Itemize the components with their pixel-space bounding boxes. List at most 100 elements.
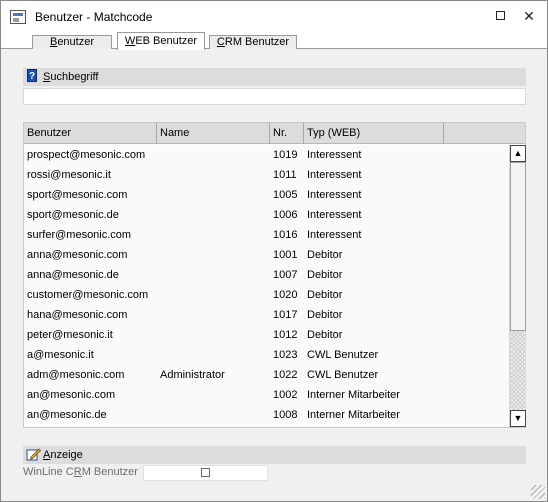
table-row[interactable]: hana@mesonic.com 1017 Debitor	[24, 305, 510, 325]
table-row[interactable]: a@mesonic.it 1023 CWL Benutzer	[24, 345, 510, 365]
column-header-name[interactable]: Name	[157, 123, 270, 144]
scroll-down-button[interactable]: ▼	[510, 410, 526, 427]
cell-nr: 1019	[273, 149, 298, 161]
resize-grip[interactable]	[531, 485, 545, 499]
cell-benutzer: sport@mesonic.de	[27, 209, 119, 221]
cell-typ: Interessent	[307, 209, 362, 221]
tab-benutzer[interactable]: Benutzer	[32, 35, 112, 49]
cell-nr: 1002	[273, 389, 298, 401]
cell-benutzer: surfer@mesonic.com	[27, 229, 132, 241]
table-row[interactable]: peter@mesonic.it 1012 Debitor	[24, 325, 510, 345]
cell-nr: 1016	[273, 229, 298, 241]
column-header-nr[interactable]: Nr.	[270, 123, 304, 144]
cell-nr: 1005	[273, 189, 298, 201]
tab-crm-benutzer[interactable]: CRM Benutzer	[209, 35, 297, 49]
search-section-header: ? Suchbegriff	[23, 68, 526, 86]
cell-typ: Interner Mitarbeiter	[307, 389, 400, 401]
help-icon[interactable]: ?	[27, 69, 37, 82]
search-heading: Suchbegriff	[43, 71, 98, 83]
app-window-icon	[10, 10, 26, 24]
cell-benutzer: an@mesonic.com	[27, 389, 116, 401]
cell-typ: Interessent	[307, 149, 362, 161]
display-heading: Anzeige	[43, 449, 83, 461]
cell-typ: Interessent	[307, 189, 362, 201]
crm-user-label-pre: WinLine C	[23, 466, 74, 478]
cell-typ: Interessent	[307, 169, 362, 181]
cell-benutzer: hana@mesonic.com	[27, 309, 128, 321]
crm-user-checkbox-cell[interactable]	[143, 465, 268, 481]
cell-benutzer: anna@mesonic.com	[27, 249, 128, 261]
cell-benutzer: a@mesonic.it	[27, 349, 94, 361]
window-title: Benutzer - Matchcode	[35, 10, 153, 24]
cell-benutzer: an@mesonic.de	[27, 409, 107, 421]
cell-typ: Interessent	[307, 229, 362, 241]
cell-benutzer: adm@mesonic.com	[27, 369, 125, 381]
cell-nr: 1023	[273, 349, 298, 361]
table-row[interactable]: surfer@mesonic.com 1016 Interessent	[24, 225, 510, 245]
tab-benutzer-label: enutzer	[57, 36, 95, 48]
table-row[interactable]: an@mesonic.com 1002 Interner Mitarbeiter	[24, 385, 510, 405]
column-header-benutzer[interactable]: Benutzer	[24, 123, 157, 144]
scroll-up-button[interactable]: ▲	[510, 145, 526, 162]
scroll-thumb[interactable]	[510, 162, 526, 331]
display-heading-rest: nzeige	[50, 449, 83, 461]
table-row[interactable]: sport@mesonic.com 1005 Interessent	[24, 185, 510, 205]
search-input[interactable]	[23, 88, 526, 105]
cell-nr: 1020	[273, 289, 298, 301]
tab-crm-benutzer-label: RM Benutzer	[224, 36, 290, 48]
cell-typ: Debitor	[307, 249, 343, 261]
cell-nr: 1012	[273, 329, 298, 341]
cell-nr: 1022	[273, 369, 298, 381]
tab-web-benutzer-label: EB Benutzer	[135, 35, 198, 47]
crm-user-label-post: M Benutzer	[81, 466, 138, 478]
vertical-scrollbar[interactable]: ▲ ▼	[509, 145, 526, 427]
cell-nr: 1006	[273, 209, 298, 221]
cell-typ: CWL Benutzer	[307, 369, 379, 381]
cell-nr: 1001	[273, 249, 298, 261]
cell-nr: 1011	[273, 169, 297, 181]
cell-benutzer: rossi@mesonic.it	[27, 169, 111, 181]
cell-benutzer: sport@mesonic.com	[27, 189, 128, 201]
cell-typ: CWL Benutzer	[307, 349, 379, 361]
scroll-track[interactable]	[510, 331, 526, 410]
close-button[interactable]: ✕	[518, 7, 540, 25]
table-row[interactable]: sport@mesonic.de 1006 Interessent	[24, 205, 510, 225]
table-row[interactable]: adm@mesonic.com Administrator 1022 CWL Benu…	[24, 365, 510, 385]
crm-user-field: WinLine CRM Benutzer	[23, 465, 268, 481]
tab-web-benutzer[interactable]: WEB Benutzer	[117, 32, 205, 50]
cell-nr: 1007	[273, 269, 298, 281]
column-header-typ[interactable]: Typ (WEB)	[304, 123, 444, 144]
display-section-header: Anzeige	[23, 446, 526, 464]
cell-typ: Debitor	[307, 309, 343, 321]
grid-header: Benutzer Name Nr. Typ (WEB)	[24, 123, 525, 144]
maximize-button[interactable]	[489, 7, 511, 25]
tab-web-benutzer-mnemonic: W	[124, 35, 136, 47]
cell-benutzer: prospect@mesonic.com	[27, 149, 146, 161]
cell-benutzer: customer@mesonic.com	[27, 289, 149, 301]
cell-typ: Interner Mitarbeiter	[307, 409, 400, 421]
cell-nr: 1008	[273, 409, 298, 421]
table-row[interactable]: customer@mesonic.com 1020 Debitor	[24, 285, 510, 305]
table-row[interactable]: rossi@mesonic.it 1011 Interessent	[24, 165, 510, 185]
crm-user-label: WinLine CRM Benutzer	[23, 466, 138, 478]
maximize-icon	[495, 11, 505, 21]
title-bar: Benutzer - Matchcode ✕	[1, 1, 547, 31]
table-row[interactable]: prospect@mesonic.com 1019 Interessent	[24, 145, 510, 165]
tab-strip: Benutzer WEB Benutzer CRM Benutzer	[1, 31, 547, 50]
matchcode-window: Benutzer - Matchcode ✕ Benutzer WEB Benu…	[0, 0, 548, 502]
cell-benutzer: anna@mesonic.de	[27, 269, 119, 281]
table-row[interactable]: an@mesonic.de 1008 Interner Mitarbeiter	[24, 405, 510, 425]
user-grid: Benutzer Name Nr. Typ (WEB) prospect@mes…	[23, 122, 526, 428]
cell-typ: Debitor	[307, 289, 343, 301]
edit-icon	[26, 448, 41, 461]
crm-user-checkbox[interactable]	[201, 468, 210, 477]
search-heading-rest: uchbegriff	[50, 71, 99, 83]
cell-nr: 1017	[273, 309, 298, 321]
grid-rows: prospect@mesonic.com 1019 Interessent rossi…	[24, 145, 510, 427]
crm-user-label-mnemonic: R	[73, 466, 82, 478]
tab-crm-benutzer-mnemonic: C	[216, 36, 225, 48]
table-row[interactable]: anna@mesonic.de 1007 Debitor	[24, 265, 510, 285]
table-row[interactable]: anna@mesonic.com 1001 Debitor	[24, 245, 510, 265]
cell-typ: Debitor	[307, 269, 343, 281]
cell-name: Administrator	[160, 369, 225, 381]
